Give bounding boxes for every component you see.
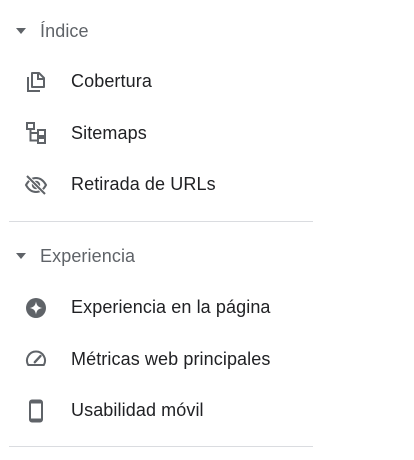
nav-item-experiencia-pagina[interactable]: Experiencia en la página (0, 282, 414, 334)
section-items-indice: Cobertura Sitemaps Retirada de URLs (0, 56, 414, 211)
smartphone-icon (24, 399, 48, 423)
page-experience-star-icon (24, 296, 48, 320)
section-header-indice[interactable]: Índice (0, 5, 414, 57)
section-items-experiencia: Experiencia en la página Métricas web pr… (0, 282, 414, 437)
section-header-experiencia[interactable]: Experiencia (0, 230, 414, 282)
section-title-indice: Índice (40, 20, 89, 41)
nav-item-label: Sitemaps (71, 122, 147, 143)
nav-item-label: Retirada de URLs (71, 174, 216, 195)
caret-down-icon (14, 252, 28, 260)
coverage-copy-icon (24, 70, 48, 94)
nav-item-label: Usabilidad móvil (71, 400, 204, 421)
nav-item-label: Métricas web principales (71, 348, 271, 369)
nav-item-sitemaps[interactable]: Sitemaps (0, 108, 414, 160)
section-divider (9, 221, 313, 222)
caret-down-icon (14, 27, 28, 35)
nav-item-metricas-web[interactable]: Métricas web principales (0, 334, 414, 386)
nav-item-label: Experiencia en la página (71, 297, 271, 318)
nav-item-cobertura[interactable]: Cobertura (0, 56, 414, 108)
section-title-experiencia: Experiencia (40, 245, 136, 266)
visibility-off-icon (24, 173, 48, 197)
nav-item-label: Cobertura (71, 71, 152, 92)
speed-gauge-icon (24, 347, 48, 371)
sitemap-tree-icon (24, 121, 48, 145)
nav-item-usabilidad-movil[interactable]: Usabilidad móvil (0, 385, 414, 437)
nav-item-retirada-urls[interactable]: Retirada de URLs (0, 159, 414, 211)
section-divider (9, 446, 313, 447)
